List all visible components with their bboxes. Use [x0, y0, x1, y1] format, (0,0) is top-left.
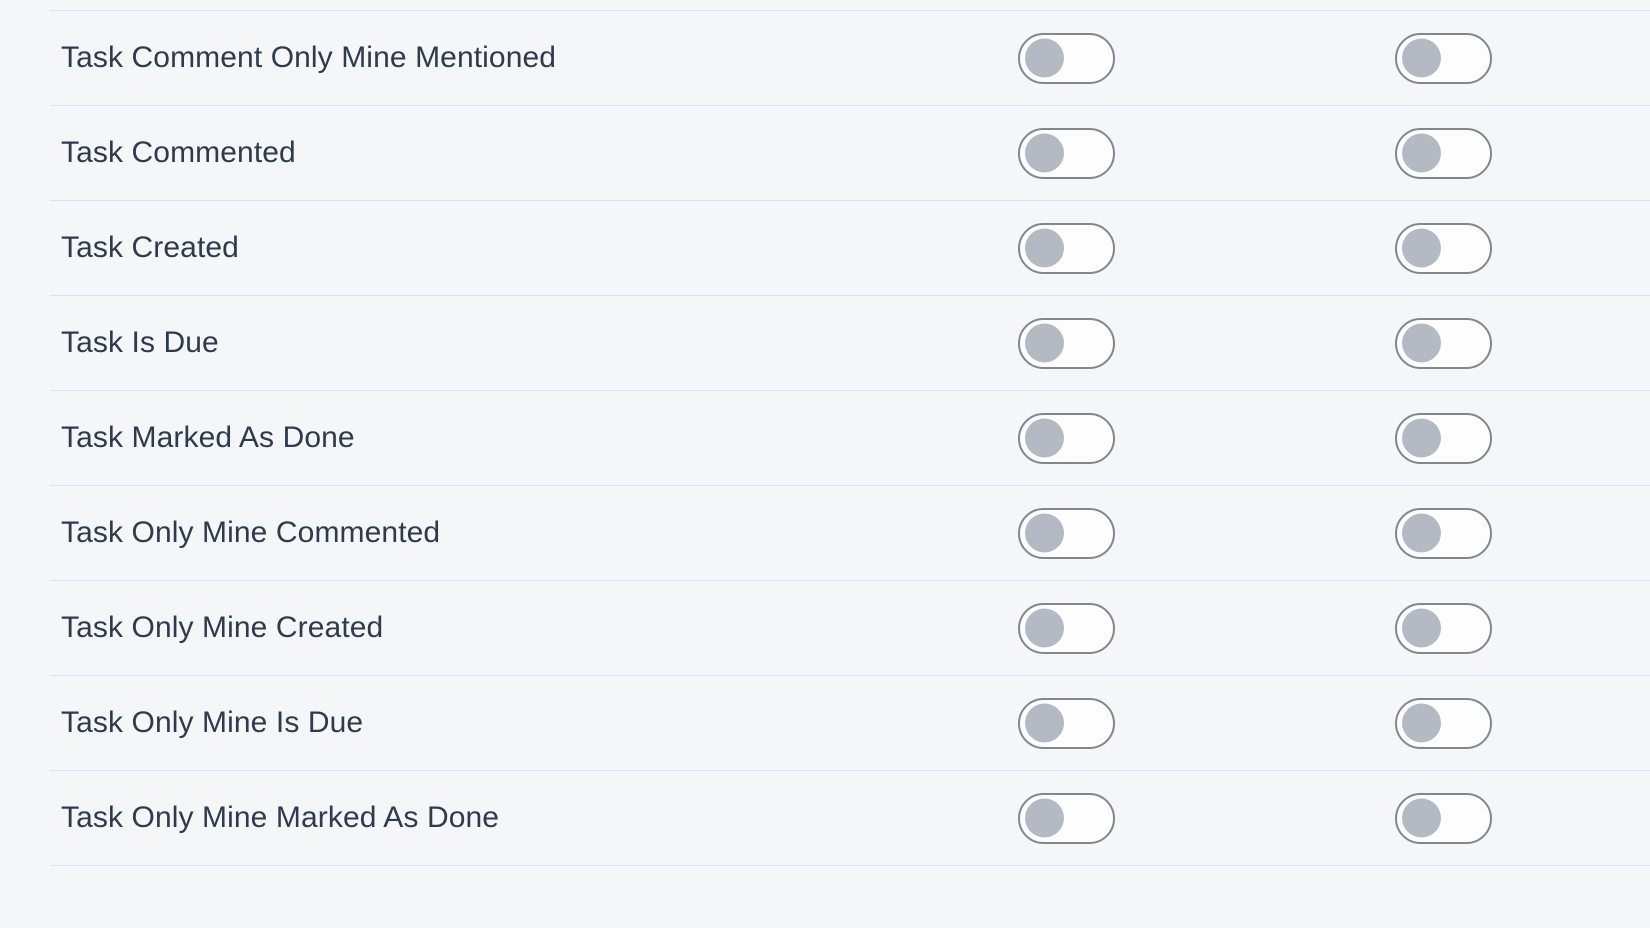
toggle-switch-column-two[interactable] — [1395, 507, 1492, 559]
toggle-cell-column-one — [1018, 412, 1395, 464]
table-row: Task Comment Only Mine Mentioned — [50, 11, 1650, 106]
toggle-knob — [1025, 38, 1064, 78]
row-label: Task Marked As Done — [61, 421, 355, 454]
row-label: Task Comment Only Mine Mentioned — [61, 41, 557, 74]
toggle-knob — [1402, 608, 1441, 648]
toggle-knob — [1402, 133, 1441, 173]
toggle-cell-column-two — [1395, 507, 1650, 559]
row-label: Task Is Due — [61, 326, 219, 359]
toggle-knob — [1402, 798, 1441, 838]
toggle-knob — [1025, 798, 1064, 838]
toggle-switch-column-two[interactable] — [1395, 792, 1492, 844]
toggle-switch-column-one[interactable] — [1018, 127, 1115, 179]
toggle-knob — [1402, 228, 1441, 268]
row-label: Task Only Mine Marked As Done — [61, 801, 500, 834]
table-row: Task Is Due — [50, 296, 1650, 391]
toggle-cell-column-one — [1018, 32, 1395, 84]
toggle-switch-column-two[interactable] — [1395, 412, 1492, 464]
toggle-cell-column-one — [1018, 317, 1395, 369]
toggle-cell-column-one — [1018, 697, 1395, 749]
settings-rows-container: Task Comment Only Mine Mentioned Task Co… — [0, 11, 1650, 928]
toggle-switch-column-two[interactable] — [1395, 317, 1492, 369]
toggle-knob — [1025, 513, 1064, 553]
toggle-switch-column-two[interactable] — [1395, 697, 1492, 749]
toggle-cell-column-two — [1395, 222, 1650, 274]
toggle-cell-column-two — [1395, 317, 1650, 369]
table-row: Task Only Mine Is Due — [50, 676, 1650, 771]
toggle-cell-column-one — [1018, 792, 1395, 844]
table-row: Task Only Mine Created — [50, 581, 1650, 676]
toggle-knob — [1402, 323, 1441, 363]
row-label: Task Commented — [61, 136, 296, 169]
toggle-knob — [1402, 418, 1441, 458]
toggle-cell-column-two — [1395, 602, 1650, 654]
toggle-knob — [1402, 38, 1441, 78]
toggle-knob — [1025, 608, 1064, 648]
toggle-knob — [1402, 513, 1441, 553]
toggle-switch-column-one[interactable] — [1018, 507, 1115, 559]
toggle-switch-column-one[interactable] — [1018, 792, 1115, 844]
toggle-cell-column-two — [1395, 697, 1650, 749]
toggle-cell-column-two — [1395, 127, 1650, 179]
toggle-cell-column-two — [1395, 412, 1650, 464]
list-top-divider — [50, 0, 1650, 11]
toggle-knob — [1025, 703, 1064, 743]
toggle-knob — [1025, 323, 1064, 363]
toggle-knob — [1025, 418, 1064, 458]
toggle-cell-column-two — [1395, 792, 1650, 844]
toggle-switch-column-one[interactable] — [1018, 412, 1115, 464]
toggle-knob — [1025, 228, 1064, 268]
toggle-switch-column-one[interactable] — [1018, 32, 1115, 84]
toggle-knob — [1402, 703, 1441, 743]
toggle-switch-column-two[interactable] — [1395, 32, 1492, 84]
notification-settings-list: Task Comment Only Mine Mentioned Task Co… — [0, 0, 1650, 928]
table-row: Task Only Mine Commented — [50, 486, 1650, 581]
toggle-switch-column-one[interactable] — [1018, 697, 1115, 749]
table-row: Task Created — [50, 201, 1650, 296]
toggle-switch-column-one[interactable] — [1018, 222, 1115, 274]
toggle-knob — [1025, 133, 1064, 173]
toggle-switch-column-one[interactable] — [1018, 602, 1115, 654]
row-label: Task Only Mine Created — [61, 611, 384, 644]
row-label: Task Only Mine Commented — [61, 516, 441, 549]
row-label: Task Created — [61, 231, 239, 264]
toggle-cell-column-one — [1018, 222, 1395, 274]
table-row: Task Commented — [50, 106, 1650, 201]
table-row: Task Marked As Done — [50, 391, 1650, 486]
toggle-cell-column-one — [1018, 602, 1395, 654]
row-label: Task Only Mine Is Due — [61, 706, 364, 739]
toggle-cell-column-two — [1395, 32, 1650, 84]
toggle-switch-column-two[interactable] — [1395, 602, 1492, 654]
toggle-cell-column-one — [1018, 127, 1395, 179]
table-row: Task Only Mine Marked As Done — [50, 771, 1650, 866]
toggle-cell-column-one — [1018, 507, 1395, 559]
toggle-switch-column-one[interactable] — [1018, 317, 1115, 369]
toggle-switch-column-two[interactable] — [1395, 222, 1492, 274]
toggle-switch-column-two[interactable] — [1395, 127, 1492, 179]
